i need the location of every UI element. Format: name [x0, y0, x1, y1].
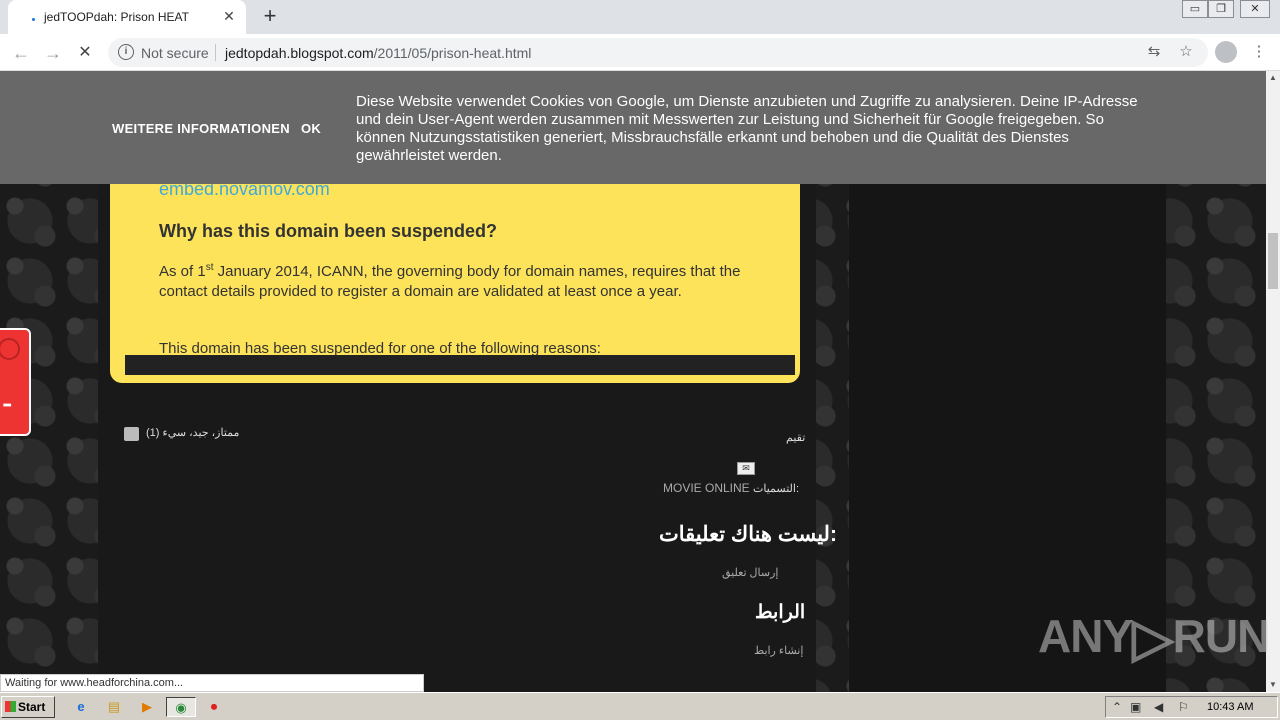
chrome-icon[interactable]: ◉	[166, 697, 196, 717]
start-label: Start	[18, 700, 46, 714]
network-icon[interactable]: ▣	[1130, 700, 1141, 714]
new-tab-button[interactable]: +	[258, 5, 282, 29]
back-button[interactable]: ←	[8, 40, 34, 66]
loading-favicon-icon	[32, 18, 35, 21]
volume-icon[interactable]: ◀	[1154, 700, 1163, 714]
label-link[interactable]: MOVIE ONLINE	[663, 481, 750, 495]
ad-arrow-icon: ـ	[4, 386, 11, 411]
rating-options: (ممتاز، جيد، سيء (1	[146, 427, 240, 439]
scroll-up-icon[interactable]: ▲	[1266, 71, 1280, 85]
create-link-link[interactable]: إنشاء رابط	[754, 644, 803, 657]
comments-heading: ليست هناك تعليقات:	[659, 523, 837, 546]
windows-flag-icon	[5, 701, 16, 712]
menu-kebab-icon[interactable]: ⋮	[1249, 42, 1269, 62]
explorer-icon[interactable]: ▤	[103, 697, 125, 717]
scroll-thumb[interactable]	[1268, 233, 1278, 289]
ie-icon[interactable]: e	[70, 697, 92, 717]
bookmark-star-icon[interactable]: ☆	[1176, 42, 1196, 62]
status-bubble: Waiting for www.headforchina.com...	[0, 674, 424, 692]
page-scrollbar[interactable]: ▲ ▼	[1266, 71, 1280, 692]
security-app-icon[interactable]: ⏺	[203, 697, 225, 717]
windows-taskbar: Start e ▤ ▶ ◉ ⏺ ⌃ ▣ ◀ ⚐ 10:43 AM	[0, 692, 1280, 720]
security-label: Not secure	[141, 45, 209, 61]
post-comment-link[interactable]: إرسال تعليق	[722, 566, 779, 579]
more-info-button[interactable]: WEITERE INFORMATIONEN	[112, 121, 290, 136]
start-button[interactable]: Start	[1, 696, 55, 718]
rating-checkbox[interactable]	[124, 427, 139, 441]
tab-strip: jedTOOPdah: Prison HEAT ✕ + ▭ ❐ ✕	[0, 0, 1280, 34]
translate-icon[interactable]: ⇆	[1144, 42, 1164, 62]
labels-prefix: التسميات:	[753, 483, 800, 495]
cookie-message: Diese Website verwendet Cookies von Goog…	[356, 93, 1138, 164]
omnibox-divider	[215, 44, 216, 61]
suspended-question: Why has this domain been suspended?	[159, 221, 498, 241]
anyrun-watermark: ANY▷RUN	[1038, 608, 1270, 668]
scroll-down-icon[interactable]: ▼	[1266, 678, 1280, 692]
link-heading: الرابط	[755, 602, 806, 623]
cookie-banner: WEITERE INFORMATIONEN OK Diese Website v…	[0, 71, 1266, 184]
url-text[interactable]: jedtopdah.blogspot.com/2011/05/prison-he…	[225, 45, 531, 61]
info-icon[interactable]: i	[118, 44, 134, 60]
play-icon: ▷	[1132, 608, 1174, 668]
system-tray: ⌃ ▣ ◀ ⚐ 10:43 AM	[1105, 696, 1278, 718]
post-labels: MOVIE ONLINE التسميات:	[663, 481, 799, 495]
floating-side-ad[interactable]: ـ	[0, 328, 31, 436]
ad-logo-icon	[0, 338, 20, 360]
suspended-dark-bar	[125, 355, 795, 375]
tab-close-icon[interactable]: ✕	[220, 7, 238, 25]
tab-title: jedTOOPdah: Prison HEAT	[44, 10, 189, 24]
share-post-icon[interactable]: ✉	[737, 462, 755, 475]
stop-loading-button[interactable]: ✕	[72, 40, 98, 66]
forward-button[interactable]: →	[40, 40, 66, 66]
address-bar[interactable]: i Not secure jedtopdah.blogspot.com/2011…	[108, 38, 1208, 67]
clock[interactable]: 10:43 AM	[1207, 701, 1253, 713]
browser-toolbar: ← → ✕ i Not secure jedtopdah.blogspot.co…	[0, 34, 1280, 71]
browser-tab[interactable]: jedTOOPdah: Prison HEAT ✕	[8, 0, 246, 34]
restore-button[interactable]: ❐	[1208, 0, 1234, 18]
rating-label: تقيم	[786, 432, 806, 444]
url-path: /2011/05/prison-heat.html	[373, 45, 532, 61]
url-domain: jedtopdah.blogspot.com	[225, 45, 374, 61]
minimize-button[interactable]: ▭	[1182, 0, 1208, 18]
tray-expand-icon[interactable]: ⌃	[1112, 700, 1122, 714]
close-window-button[interactable]: ✕	[1240, 0, 1270, 18]
profile-avatar-icon[interactable]	[1215, 41, 1237, 63]
media-player-icon[interactable]: ▶	[136, 697, 158, 717]
suspended-explanation: As of 1st January 2014, ICANN, the gover…	[159, 262, 741, 300]
cookie-ok-button[interactable]: OK	[301, 121, 321, 136]
action-center-flag-icon[interactable]: ⚐	[1178, 700, 1189, 714]
